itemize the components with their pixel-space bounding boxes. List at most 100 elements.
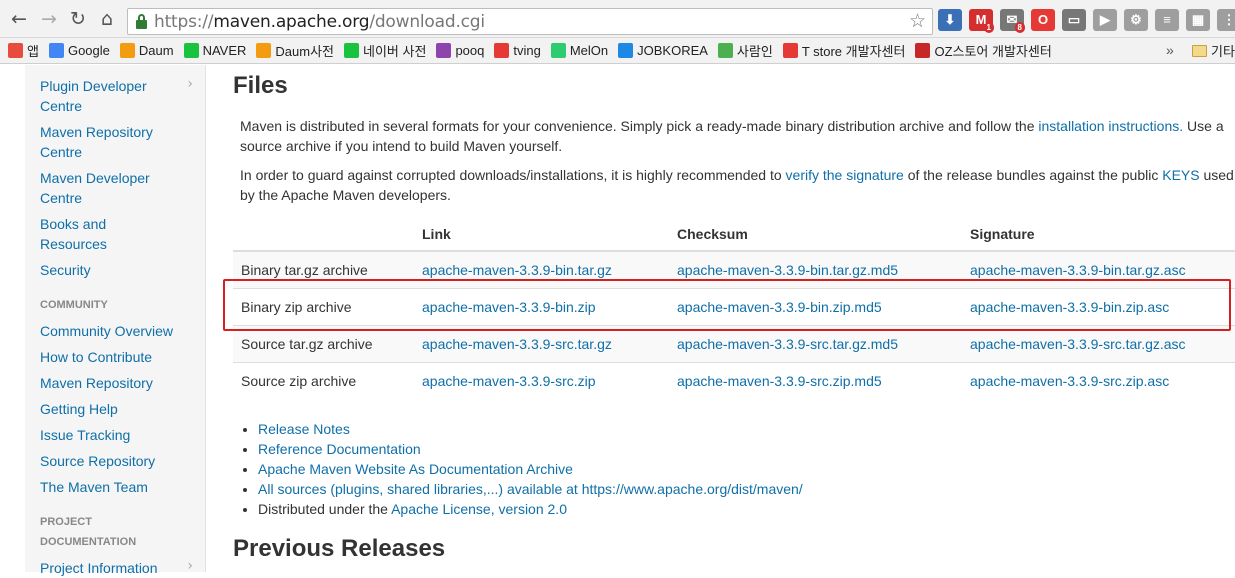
youtube-icon[interactable]: ▶ — [1093, 9, 1117, 31]
signature-link[interactable]: apache-maven-3.3.9-src.zip.asc — [970, 373, 1169, 389]
signature-link[interactable]: apache-maven-3.3.9-bin.tar.gz.asc — [970, 262, 1186, 278]
cast-icon[interactable]: ▭ — [1062, 9, 1086, 31]
sidebar-link[interactable]: Community Overview — [25, 321, 205, 341]
bookmark-item[interactable]: Google — [48, 43, 110, 58]
sidebar-link[interactable]: Security — [25, 260, 205, 280]
apache-license-link[interactable]: Apache License, version 2.0 — [391, 501, 567, 517]
table-row: Source zip archive apache-maven-3.3.9-src… — [233, 361, 1235, 399]
browser-toolbar: ← → ↻ ⌂ https://maven.apache.org/downloa… — [0, 0, 1235, 38]
website-archive-link[interactable]: Apache Maven Website As Documentation Ar… — [258, 461, 573, 477]
forward-icon[interactable]: → — [38, 8, 60, 30]
table-cell: apache-maven-3.3.9-src.zip — [414, 361, 669, 399]
melon-icon — [550, 43, 566, 58]
gmail-icon[interactable]: M1 — [969, 9, 994, 33]
back-icon[interactable]: ← — [8, 8, 30, 30]
bookmark-star-icon[interactable]: ☆ — [909, 10, 926, 32]
sidebar-item: Books and Resources — [25, 214, 205, 254]
folder-icon — [1192, 44, 1207, 57]
download-link[interactable]: apache-maven-3.3.9-bin.tar.gz — [422, 262, 612, 278]
list-item: All sources (plugins, shared libraries,.… — [258, 479, 803, 499]
table-cell: apache-maven-3.3.9-src.zip.asc — [962, 361, 1235, 399]
bookmark-item[interactable]: NAVER — [183, 43, 247, 58]
sidebar-link[interactable]: How to Contribute — [25, 347, 205, 367]
reload-icon[interactable]: ↻ — [67, 8, 89, 30]
bookmark-item[interactable]: pooq — [436, 43, 484, 58]
table-header-signature: Signature — [962, 217, 1235, 252]
menu-icon[interactable]: ≡ — [1155, 9, 1179, 31]
sidebar-project-list: Project Information › — [25, 558, 205, 578]
table-header-link: Link — [414, 217, 669, 252]
bookmark-label: tving — [513, 43, 541, 58]
sidebar-link[interactable]: Maven Repository — [25, 373, 205, 393]
list-item: Reference Documentation — [258, 439, 803, 459]
sidebar-item: Maven Developer Centre — [25, 168, 205, 208]
checksum-link[interactable]: apache-maven-3.3.9-bin.tar.gz.md5 — [677, 262, 898, 278]
ozstore-icon — [915, 43, 931, 58]
download-icon[interactable]: ⬇ — [938, 9, 962, 31]
sidebar-link[interactable]: The Maven Team — [25, 477, 205, 497]
bookmark-item[interactable]: JOBKOREA — [618, 43, 708, 58]
bookmark-item[interactable]: Daum사전 — [256, 41, 334, 60]
installation-instructions-link[interactable]: installation instructions. — [1038, 118, 1183, 134]
chrome-menu-icon[interactable]: ⋮ — [1217, 9, 1235, 31]
sidebar-link[interactable]: Getting Help — [25, 399, 205, 419]
url-path: /download.cgi — [369, 12, 485, 32]
sidebar-link[interactable]: Books and Resources — [25, 214, 205, 254]
other-bookmarks[interactable]: 기타 — [1192, 41, 1235, 60]
other-bookmarks-label: 기타 — [1211, 44, 1235, 59]
extension-icon[interactable]: ▦ — [1186, 9, 1210, 31]
pooq-icon — [436, 43, 452, 58]
bookmark-item[interactable]: tving — [494, 43, 541, 58]
chevron-right-icon[interactable]: › — [187, 76, 193, 92]
bookmark-item[interactable]: 사람인 — [717, 41, 773, 60]
previous-releases-title: Previous Releases — [233, 535, 446, 562]
home-icon[interactable]: ⌂ — [96, 8, 118, 30]
bookmark-item[interactable]: 앱 — [8, 41, 39, 60]
checksum-link[interactable]: apache-maven-3.3.9-src.tar.gz.md5 — [677, 336, 898, 352]
sidebar-link[interactable]: Source Repository — [25, 451, 205, 471]
keys-link[interactable]: KEYS — [1162, 167, 1199, 183]
opera-icon[interactable]: O — [1031, 9, 1055, 31]
resource-links-list: Release Notes Reference Documentation Ap… — [258, 419, 803, 519]
download-link[interactable]: apache-maven-3.3.9-src.zip — [422, 373, 596, 389]
sidebar-link[interactable]: Plugin Developer Centre — [25, 76, 205, 116]
url-text[interactable]: https://maven.apache.org/download.cgi — [154, 12, 485, 32]
settings-icon[interactable]: ⚙ — [1124, 9, 1148, 31]
mail-check-icon[interactable]: ✉ 8 — [1000, 9, 1025, 33]
bookmark-item[interactable]: MelOn — [550, 43, 609, 58]
sidebar-item: Plugin Developer Centre › — [25, 76, 205, 116]
notification-badge: 1 — [983, 22, 994, 33]
bookmark-label: 사람인 — [736, 44, 773, 59]
sidebar-link[interactable]: Project Information — [25, 558, 205, 578]
url-scheme: https:// — [154, 12, 214, 32]
verify-text-b: of the release bundles against the publi… — [903, 167, 1163, 183]
bookmarks-overflow-chevron-icon[interactable]: » — [1166, 42, 1174, 58]
all-sources-link[interactable]: All sources (plugins, shared libraries,.… — [258, 481, 803, 497]
release-notes-link[interactable]: Release Notes — [258, 421, 350, 437]
table-header-type — [233, 217, 414, 252]
sidebar-item: Maven Repository Centre — [25, 122, 205, 162]
sidebar-link[interactable]: Issue Tracking — [25, 425, 205, 445]
verify-signature-link[interactable]: verify the signature — [786, 167, 904, 183]
license-prefix: Distributed under the — [258, 501, 392, 517]
download-link[interactable]: apache-maven-3.3.9-src.tar.gz — [422, 336, 612, 352]
signature-link[interactable]: apache-maven-3.3.9-src.tar.gz.asc — [970, 336, 1186, 352]
saramin-icon — [717, 43, 733, 58]
address-bar[interactable]: https://maven.apache.org/download.cgi ☆ — [127, 8, 933, 35]
bookmark-label: NAVER — [202, 43, 247, 58]
page-title: Files — [233, 72, 288, 99]
checksum-link[interactable]: apache-maven-3.3.9-src.zip.md5 — [677, 373, 882, 389]
bookmark-label: pooq — [455, 43, 485, 58]
sidebar-link[interactable]: Maven Repository Centre — [25, 122, 205, 162]
apps-icon — [8, 43, 23, 58]
bookmark-item[interactable]: 네이버 사전 — [344, 41, 426, 60]
bookmark-label: 앱 — [27, 44, 39, 59]
bookmark-label: MelOn — [569, 43, 609, 58]
daum-icon — [119, 43, 135, 58]
bookmark-item[interactable]: T store 개발자센터 — [782, 41, 905, 60]
sidebar-link[interactable]: Maven Developer Centre — [25, 168, 205, 208]
tstore-icon — [782, 43, 798, 58]
reference-documentation-link[interactable]: Reference Documentation — [258, 441, 421, 457]
bookmark-item[interactable]: OZ스토어 개발자센터 — [915, 41, 1052, 60]
bookmark-item[interactable]: Daum — [119, 43, 174, 58]
